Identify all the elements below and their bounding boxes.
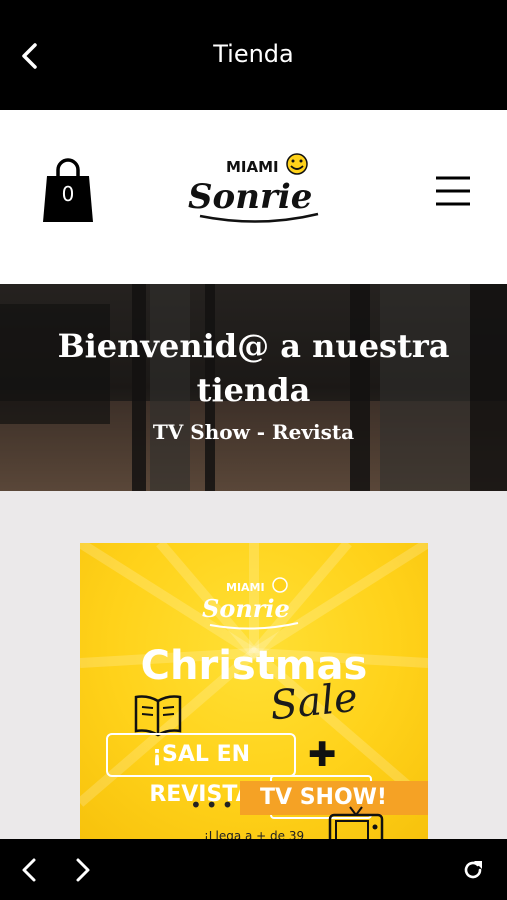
logo-top-text: MIAMI [226, 158, 279, 176]
chevron-right-icon [76, 858, 90, 882]
plus-sign: ✚ [308, 735, 337, 775]
top-navigation-bar: Tienda [0, 0, 507, 110]
hamburger-menu-button[interactable] [432, 172, 472, 212]
page-title: Tienda [213, 40, 294, 68]
promo-fine-print: ¡Llega a + de 39 [204, 829, 305, 839]
hamburger-menu-icon [436, 176, 470, 206]
hero-subtitle: TV Show - Revista [152, 420, 355, 444]
christmas-sale-promo-card[interactable]: MIAMI Sonrie Christmas Sale ¡SAL EN REVI… [80, 543, 428, 839]
promo-brand-logo: MIAMI Sonrie [202, 577, 299, 630]
promo-logo-top-text: MIAMI [226, 581, 265, 594]
store-header: 0 MIAMI Sonrie [0, 110, 507, 284]
welcome-hero-banner: Bienvenid@ a nuestra tienda TV Show - Re… [0, 284, 507, 491]
logo-main-text: Sonrie [188, 177, 312, 217]
reload-button[interactable] [456, 853, 490, 887]
promo-dots: ••• [190, 793, 238, 817]
promo-headline: Christmas [140, 643, 368, 689]
reload-icon [464, 861, 482, 879]
browser-forward-button[interactable] [66, 853, 100, 887]
cart-count: 0 [61, 182, 75, 206]
cart-button[interactable]: 0 [38, 156, 98, 226]
browser-bottom-toolbar [0, 839, 507, 900]
browser-back-button[interactable] [12, 853, 46, 887]
promo-logo-main-text: Sonrie [202, 594, 290, 623]
promo-script-text: Sale [267, 674, 360, 730]
magazine-label: ¡SAL EN REVISTA [106, 733, 296, 807]
brand-logo[interactable]: MIAMI Sonrie [180, 150, 330, 230]
open-book-icon [134, 695, 182, 737]
chevron-left-icon [22, 858, 36, 882]
store-content: MIAMI Sonrie Christmas Sale ¡SAL EN REVI… [0, 491, 507, 839]
television-icon [328, 806, 384, 839]
hero-title: Bienvenid@ a nuestra tienda [57, 327, 450, 409]
